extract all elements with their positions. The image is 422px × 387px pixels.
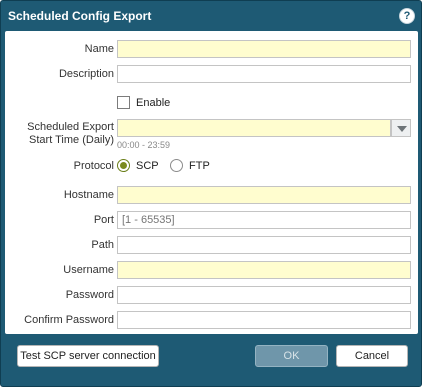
- start-time-input[interactable]: [117, 119, 391, 137]
- form-panel: Name Description Enable Scheduled Export…: [5, 31, 418, 334]
- confirm-password-label: Confirm Password: [24, 314, 114, 326]
- password-label: Password: [65, 289, 114, 301]
- path-label: Path: [91, 239, 114, 251]
- dialog-title-bar: Scheduled Config Export ?: [1, 1, 421, 31]
- start-time-hint: 00:00 - 23:59: [117, 140, 171, 150]
- protocol-ftp-label: FTP: [189, 160, 210, 172]
- hostname-label: Hostname: [63, 189, 114, 201]
- chevron-down-icon[interactable]: [391, 119, 411, 137]
- dialog-title: Scheduled Config Export: [8, 9, 152, 23]
- port-label: Port: [93, 214, 114, 226]
- description-input[interactable]: [117, 65, 411, 83]
- name-label: Name: [84, 43, 114, 55]
- protocol-label: Protocol: [73, 160, 114, 172]
- password-input[interactable]: [117, 286, 411, 304]
- username-input[interactable]: [117, 261, 411, 279]
- help-icon[interactable]: ?: [399, 8, 415, 24]
- port-input[interactable]: [117, 211, 411, 229]
- start-time-label-line1: Scheduled Export: [27, 121, 114, 133]
- scheduled-config-export-dialog: Scheduled Config Export ? Name Descripti…: [0, 0, 422, 387]
- start-time-label: Scheduled Export Start Time (Daily): [27, 121, 114, 147]
- path-input[interactable]: [117, 236, 411, 254]
- enable-label: Enable: [136, 97, 171, 109]
- cancel-button[interactable]: Cancel: [336, 345, 408, 367]
- description-label: Description: [58, 68, 114, 80]
- dialog-footer: Test SCP server connection OK Cancel: [1, 334, 421, 386]
- name-input[interactable]: [117, 40, 411, 58]
- hostname-input[interactable]: [117, 186, 411, 204]
- protocol-scp-label: SCP: [136, 160, 159, 172]
- protocol-scp-radio[interactable]: [117, 159, 130, 172]
- confirm-password-input[interactable]: [117, 311, 411, 329]
- ok-button[interactable]: OK: [255, 345, 328, 367]
- username-label: Username: [63, 264, 114, 276]
- test-connection-button[interactable]: Test SCP server connection: [17, 345, 159, 367]
- enable-checkbox[interactable]: [117, 96, 130, 109]
- radio-selected-dot: [120, 162, 127, 169]
- protocol-ftp-radio[interactable]: [170, 159, 183, 172]
- start-time-label-line2: Start Time (Daily): [29, 134, 114, 146]
